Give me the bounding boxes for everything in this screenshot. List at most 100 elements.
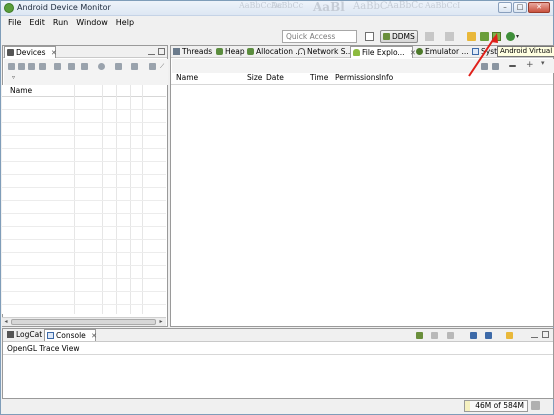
run-gc-icon[interactable] [531,401,540,410]
android-device-monitor-icon [4,3,14,13]
menu-file[interactable]: File [8,18,21,27]
folder-arrow-icon[interactable] [467,32,476,41]
stop-process-icon[interactable] [81,63,88,70]
menu-bar: File Edit Run Window Help [1,16,553,29]
debug-icon[interactable] [425,32,434,41]
tab-logcat[interactable]: LogCat [5,329,43,341]
pull-file-icon[interactable] [481,63,488,70]
ghost-text-2: AaBbCc [271,1,304,10]
ghost-text-4: AaBbC [353,1,388,12]
table-row [2,109,166,110]
stop-icon[interactable] [98,63,105,70]
window-title: Android Device Monitor [17,3,111,12]
view-menu-chevron-icon[interactable]: ⟋ [160,63,167,70]
tab-label: Console [56,331,86,340]
tab-network-statistics[interactable]: Network S... [296,46,353,58]
devices-table: Name [2,85,166,314]
devices-tab-label: Devices [16,48,46,57]
heap-icon [216,48,223,55]
maximize-view-icon[interactable] [542,331,549,338]
table-row [2,187,166,188]
title-bar: Android Device Monitor AaBbCcDc AaBbCc A… [1,0,553,16]
close-tab-icon[interactable]: ✕ [51,49,57,57]
tooltip: Android Virtual De [497,46,554,57]
threads-icon [173,48,180,55]
tab-heap[interactable]: Heap [214,46,245,58]
display-console-icon[interactable] [485,332,492,339]
main-toolbar: Quick Access DDMS ▾ [1,29,553,45]
fe-col-info[interactable]: Info [379,72,393,84]
update-threads-icon[interactable] [54,63,61,70]
external-tools-icon[interactable] [506,32,515,41]
chevron-down-icon[interactable]: ▾ [516,32,525,41]
minimize-view-icon[interactable] [531,331,538,338]
close-tab-icon[interactable]: ✕ [91,332,97,340]
tab-label: File Explo... [362,48,405,57]
pin-console-icon[interactable] [470,332,477,339]
fe-col-permissions[interactable]: Permissions [335,72,379,84]
app-window: Android Device Monitor AaBbCcDc AaBbCc A… [0,0,554,415]
dump-hprof-icon[interactable] [28,63,35,70]
devices-horizontal-scrollbar[interactable]: ◂ ▸ [2,317,166,326]
logcat-filter-icon[interactable] [416,332,423,339]
cause-gc-icon[interactable] [39,63,46,70]
tab-threads[interactable]: Threads [171,46,213,58]
menu-run[interactable]: Run [53,18,68,27]
console-icon [47,332,54,339]
scroll-lock-icon[interactable] [447,332,454,339]
chevron-down-icon[interactable]: ▿ [12,75,19,82]
open-perspective-icon[interactable] [365,32,374,41]
tab-file-explorer[interactable]: File Explo... ✕ [350,46,416,58]
dump-view-hierarchy-icon[interactable] [149,63,156,70]
menu-help[interactable]: Help [116,18,134,27]
reset-adb-icon[interactable] [131,63,138,70]
main-tabs-panel: Threads Heap Allocation ... Network S...… [170,45,554,327]
push-file-icon[interactable] [492,63,499,70]
console-panel: LogCat Console ✕ OpenGL Trace View [2,328,554,399]
quick-access-input[interactable]: Quick Access [282,30,357,43]
scroll-right-icon[interactable]: ▸ [157,318,165,326]
table-row [2,304,166,305]
tab-console[interactable]: Console ✕ [44,329,97,341]
table-row [2,200,166,201]
ghost-text-3: AaBl [313,0,345,14]
allocation-icon [247,48,254,55]
ddms-perspective-button[interactable]: DDMS [380,30,418,43]
table-row [2,135,166,136]
new-folder-icon[interactable]: + [526,61,534,70]
debug-process-icon[interactable] [8,63,15,70]
update-heap-icon[interactable] [18,63,25,70]
menu-edit[interactable]: Edit [29,18,45,27]
start-method-profiling-icon[interactable] [68,63,75,70]
clear-console-icon[interactable] [431,332,438,339]
tab-allocation[interactable]: Allocation ... [245,46,303,58]
minimize-icon[interactable]: – [498,2,512,13]
maximize-view-icon[interactable] [158,48,165,55]
tab-devices[interactable]: Devices ✕ [4,46,57,58]
minimize-view-icon[interactable] [148,48,155,55]
open-console-icon[interactable] [506,332,513,339]
delete-icon[interactable] [509,65,516,67]
fe-col-date[interactable]: Date [266,72,284,84]
sdk-manager-icon[interactable] [480,32,489,41]
fe-col-name[interactable]: Name [176,72,198,84]
android-virtual-device-manager-icon[interactable] [492,32,501,41]
fe-col-size[interactable]: Size [247,72,262,84]
maximize-icon[interactable]: □ [513,2,527,13]
fe-col-time[interactable]: Time [310,72,328,84]
scrollbar-thumb[interactable] [11,319,156,325]
system-icon [472,48,479,55]
close-icon[interactable]: ✕ [528,2,550,13]
table-row [2,265,166,266]
tab-emulator-control[interactable]: Emulator ... [414,46,469,58]
run-icon[interactable] [445,32,454,41]
devices-panel-header: Devices ✕ [3,46,167,58]
table-row [2,122,166,123]
table-row [2,239,166,240]
tab-system-information[interactable]: Syste [470,46,502,58]
chevron-down-icon[interactable]: ▾ [541,59,548,67]
table-row [2,213,166,214]
menu-window[interactable]: Window [76,18,108,27]
scroll-left-icon[interactable]: ◂ [2,318,10,326]
screen-capture-icon[interactable] [115,63,122,70]
